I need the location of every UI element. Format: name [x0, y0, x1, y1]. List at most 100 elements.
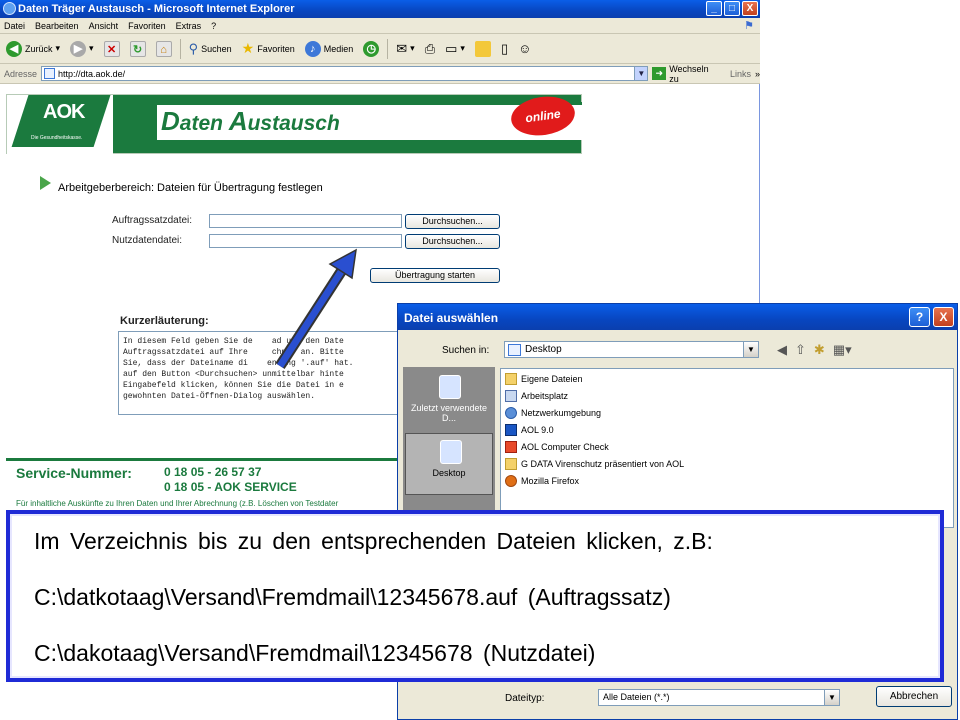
file-type-dropdown-icon[interactable]: ▼ [824, 690, 839, 705]
auftrag-label: Auftragssatzdatei: [112, 215, 193, 226]
note-line-1: Im Verzeichnis bis zu den entsprechenden… [34, 528, 713, 554]
minimize-button[interactable]: _ [706, 1, 722, 16]
windows-logo-icon: ⚑ [744, 20, 754, 32]
search-icon: ⚲ [188, 40, 199, 56]
annotation-arrow [275, 248, 357, 369]
view-menu-icon[interactable]: ▦▾ [833, 342, 852, 358]
home-button[interactable]: ⌂ [154, 38, 174, 60]
aok-logo: AOK Die Gesundheitskasse. [7, 95, 113, 155]
messenger-button[interactable]: ☺ [516, 38, 533, 60]
go-arrow-icon: ➜ [652, 67, 667, 80]
mail-dropdown-icon[interactable]: ▾ [410, 43, 415, 54]
cancel-button[interactable]: Abbrechen [876, 686, 952, 707]
place-recent[interactable]: Zuletzt verwendete D... [405, 369, 493, 431]
nutzdaten-label: Nutzdatendatei: [112, 235, 183, 246]
mail-icon: ✉ [396, 40, 408, 56]
address-input[interactable]: http://dta.aok.de/ ▼ [41, 66, 649, 81]
refresh-icon: ↻ [129, 40, 146, 57]
media-button[interactable]: ♪ Medien [303, 38, 356, 60]
menu-help[interactable]: ? [211, 21, 216, 31]
title-bar: Daten Träger Austausch - Microsoft Inter… [0, 0, 760, 18]
up-folder-icon[interactable]: ⇧ [795, 342, 806, 358]
auftrag-input[interactable] [209, 214, 402, 228]
file-type-label: Dateityp: [505, 693, 545, 704]
menu-bearbeiten[interactable]: Bearbeiten [35, 21, 79, 31]
back-arrow-icon: ◀ [6, 40, 22, 57]
stop-icon: ✕ [103, 40, 120, 57]
check-icon [505, 440, 517, 453]
list-item[interactable]: G DATA Virenschutz präsentiert von AOL [505, 456, 684, 471]
maximize-button[interactable]: □ [724, 1, 740, 16]
star-icon: ★ [241, 40, 255, 56]
mail-button[interactable]: ✉ ▾ [394, 38, 416, 60]
address-dropdown-icon[interactable]: ▼ [634, 67, 648, 80]
refresh-button[interactable]: ↻ [128, 38, 148, 60]
separator [179, 38, 181, 59]
section-arrow-icon [40, 176, 51, 190]
place-desktop[interactable]: Desktop [405, 433, 493, 495]
edit-button[interactable]: ▭ ▾ [443, 38, 467, 60]
edit-icon: ▭ [445, 40, 458, 56]
print-icon: ⎙ [424, 40, 436, 56]
search-button[interactable]: ⚲ Suchen [187, 38, 234, 60]
look-in-select[interactable]: Desktop ▼ [504, 341, 759, 358]
note-line-3: C:\dakotaag\Versand\Fremdmail\12345678 (… [34, 640, 596, 666]
links-label[interactable]: Links [730, 69, 751, 79]
list-item[interactable]: Arbeitsplatz [505, 388, 568, 403]
back-icon[interactable]: ◀ [777, 342, 787, 358]
service-number-1: 0 18 05 - 26 57 37 [164, 465, 262, 479]
note-icon [474, 40, 491, 57]
kurz-title: Kurzerläuterung: [120, 315, 209, 327]
banner-title: Daten Austausch [161, 106, 340, 136]
favorites-label: Favoriten [257, 43, 295, 54]
favorites-button[interactable]: ★ Favoriten [240, 38, 297, 60]
history-icon: ◷ [363, 40, 380, 57]
note-line-2: C:\datkotaag\Versand\Fremdmail\12345678.… [34, 584, 671, 610]
dialog-help-button[interactable]: ? [909, 307, 930, 327]
edit-dropdown-icon[interactable]: ▾ [460, 43, 465, 54]
nutzdaten-browse-button[interactable]: Durchsuchen... [405, 234, 500, 249]
menu-extras[interactable]: Extras [176, 21, 202, 31]
menu-favoriten[interactable]: Favoriten [128, 21, 166, 31]
history-button[interactable]: ◷ [361, 38, 381, 60]
close-button[interactable]: X [742, 1, 758, 16]
forward-button[interactable]: ▶ ▾ [68, 38, 96, 60]
address-label: Adresse [4, 68, 38, 79]
start-transfer-button[interactable]: Übertragung starten [370, 268, 500, 283]
service-title: Service-Nummer: [16, 465, 132, 481]
back-button[interactable]: ◀ Zurück ▾ [4, 38, 62, 60]
stop-button[interactable]: ✕ [102, 38, 122, 60]
menu-datei[interactable]: Datei [4, 21, 25, 31]
file-type-select[interactable]: Alle Dateien (*.*) ▼ [598, 689, 840, 706]
list-item[interactable]: Netzwerkumgebung [505, 405, 601, 420]
messenger-icon: ☺ [518, 41, 532, 56]
chevron-right-icon[interactable]: » [755, 69, 760, 79]
research-icon: ▯ [500, 40, 509, 56]
service-numbers: 0 18 05 - 26 57 37 0 18 05 - AOK SERVICE [164, 465, 297, 495]
look-in-dropdown-icon[interactable]: ▼ [743, 342, 758, 357]
list-item[interactable]: Eigene Dateien [505, 371, 583, 386]
dialog-title: Datei auswählen [404, 311, 499, 325]
service-number-2: 0 18 05 - AOK SERVICE [164, 480, 297, 494]
forward-arrow-icon: ▶ [70, 40, 87, 57]
forward-dropdown-icon[interactable]: ▾ [89, 43, 94, 54]
back-dropdown-icon[interactable]: ▾ [56, 43, 61, 54]
discuss-button[interactable] [473, 38, 493, 60]
desktop-icon [508, 344, 521, 356]
research-button[interactable]: ▯ [499, 38, 510, 60]
dialog-close-button[interactable]: X [933, 307, 954, 327]
computer-icon [505, 389, 517, 402]
file-type-value: Alle Dateien (*.*) [603, 692, 670, 702]
list-item[interactable]: Mozilla Firefox [505, 473, 579, 488]
new-folder-icon[interactable]: ✱ [814, 342, 825, 358]
print-button[interactable]: ⎙ [423, 38, 437, 60]
gdata-icon [505, 457, 517, 470]
list-item[interactable]: AOL 9.0 [505, 422, 554, 437]
menu-ansicht[interactable]: Ansicht [89, 21, 119, 31]
dialog-title-bar: Datei auswählen ? X [398, 304, 957, 330]
search-label: Suchen [201, 43, 232, 54]
go-button[interactable]: ➜ Wechseln zu [652, 64, 720, 84]
list-item[interactable]: AOL Computer Check [505, 439, 609, 454]
window-title: Daten Träger Austausch - Microsoft Inter… [18, 3, 295, 15]
auftrag-browse-button[interactable]: Durchsuchen... [405, 214, 500, 229]
